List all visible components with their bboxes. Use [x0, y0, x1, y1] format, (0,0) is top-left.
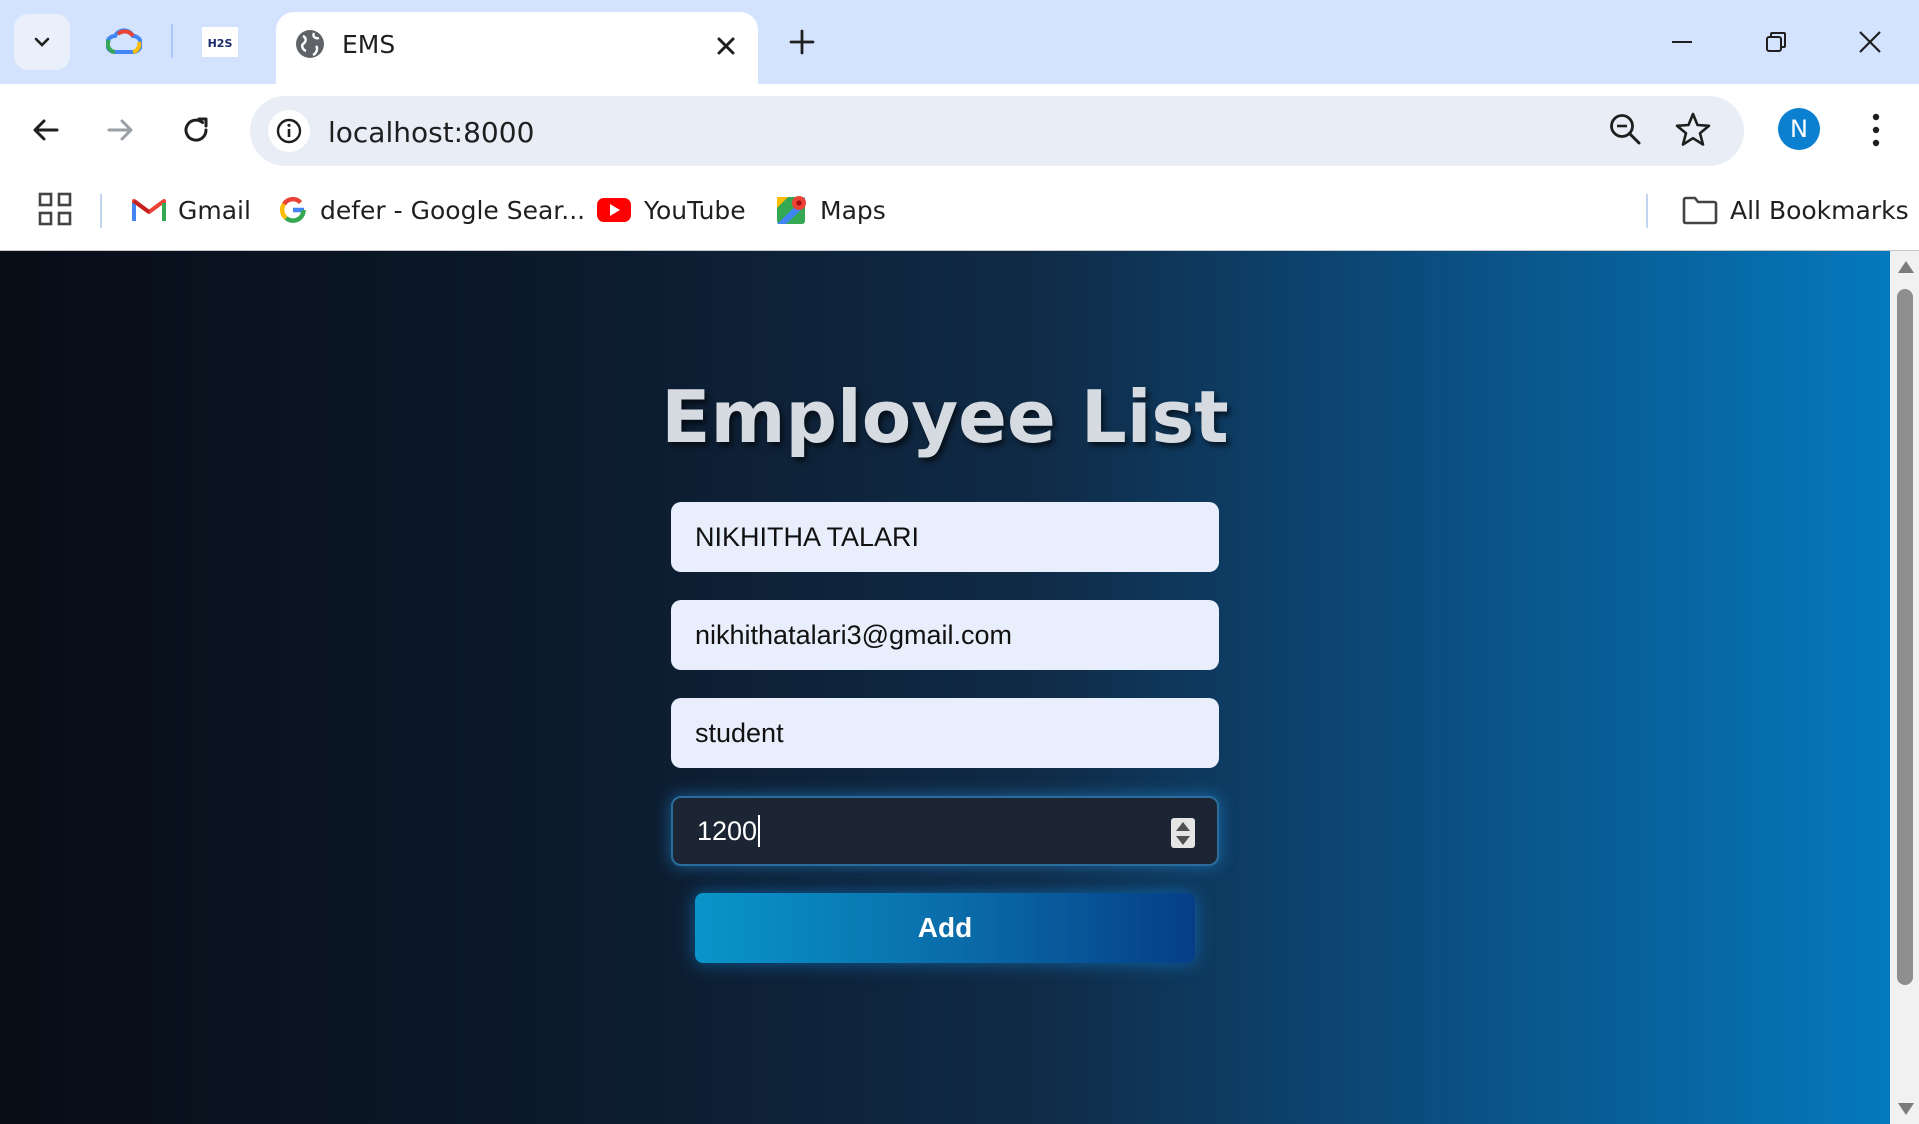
maps-icon [777, 196, 806, 224]
email-input-value: nikhithatalari3@gmail.com [695, 619, 1013, 650]
salary-input[interactable]: 1200 [671, 796, 1219, 866]
close-window-icon [1859, 31, 1881, 53]
forward-button[interactable] [96, 106, 144, 154]
back-arrow-icon [33, 119, 59, 141]
name-input[interactable]: NIKHITHA TALARI [671, 502, 1219, 572]
bookmark-label: Maps [820, 195, 886, 225]
name-input-value: NIKHITHA TALARI [695, 521, 920, 552]
bookmark-star-icon[interactable] [1672, 109, 1714, 151]
page-content: Employee List NIKHITHA TALARI nikhithata… [0, 251, 1890, 1124]
folder-icon [1682, 196, 1718, 225]
new-tab-plus-icon[interactable] [782, 22, 822, 62]
close-window-button[interactable] [1850, 22, 1890, 62]
email-input[interactable]: nikhithatalari3@gmail.com [671, 600, 1219, 670]
close-icon[interactable] [710, 30, 742, 62]
reload-button[interactable] [172, 106, 220, 154]
minimize-button[interactable] [1662, 22, 1702, 62]
tab-separator [171, 24, 173, 58]
site-info-icon[interactable] [268, 110, 310, 152]
all-bookmarks-label: All Bookmarks [1730, 195, 1909, 225]
bookmark-label: YouTube [644, 195, 746, 225]
page-scrollbar[interactable] [1890, 251, 1919, 1124]
browser-toolbar: localhost:8000 N [0, 84, 1919, 178]
restore-icon [1766, 32, 1786, 52]
tab-search-button[interactable] [14, 14, 70, 70]
scroll-up-arrow-icon[interactable] [1898, 261, 1914, 273]
bookmark-gmail[interactable]: Gmail [132, 190, 251, 230]
stepper-down-icon[interactable] [1176, 836, 1190, 845]
profile-avatar[interactable]: N [1778, 108, 1820, 150]
bookmark-label: defer - Google Sear... [320, 195, 586, 225]
bookmark-separator [100, 194, 102, 228]
apps-grid-icon[interactable] [38, 192, 72, 226]
tab-ems[interactable]: EMS [276, 12, 758, 84]
bookmarks-bar: Gmail defer - Google Sear... YouTube Map… [0, 178, 1919, 251]
pinned-tab-google-cloud[interactable] [104, 22, 144, 62]
h2s-logo-icon: H2S [202, 27, 238, 57]
minimize-icon [1672, 41, 1692, 43]
google-cloud-icon [106, 28, 142, 54]
all-bookmarks-button[interactable]: All Bookmarks [1682, 190, 1909, 230]
add-button[interactable]: Add [695, 893, 1195, 963]
forward-arrow-icon [107, 119, 133, 141]
url-text[interactable]: localhost:8000 [328, 116, 534, 149]
page-title: Employee List [661, 375, 1229, 459]
svg-text:H2S: H2S [208, 37, 233, 50]
gmail-icon [132, 199, 166, 221]
google-icon [279, 196, 306, 223]
bookmark-youtube[interactable]: YouTube [596, 190, 746, 230]
scrollbar-thumb[interactable] [1897, 289, 1913, 985]
zoom-out-icon[interactable] [1606, 110, 1646, 150]
back-button[interactable] [22, 106, 70, 154]
scroll-down-arrow-icon[interactable] [1898, 1103, 1914, 1115]
tab-title: EMS [342, 30, 396, 59]
role-input-value: student [695, 717, 784, 748]
more-menu-icon[interactable] [1858, 106, 1894, 154]
chevron-down-icon [34, 37, 50, 47]
restore-button[interactable] [1756, 22, 1796, 62]
bookmark-google-search[interactable]: defer - Google Sear... [278, 190, 585, 230]
youtube-icon [597, 198, 631, 222]
salary-input-value: 1200 [697, 815, 758, 846]
tab-strip: H2S EMS [0, 0, 1919, 84]
number-stepper[interactable] [1171, 818, 1195, 848]
address-bar[interactable]: localhost:8000 [250, 96, 1744, 166]
bookmark-maps[interactable]: Maps [776, 190, 886, 230]
bookmark-label: Gmail [178, 195, 251, 225]
text-caret [758, 815, 761, 847]
reload-icon [184, 117, 208, 142]
pinned-tab-h2s[interactable]: H2S [200, 22, 240, 62]
globe-icon [296, 30, 324, 58]
stepper-up-icon[interactable] [1176, 822, 1190, 831]
role-input[interactable]: student [671, 698, 1219, 768]
bookmark-separator [1646, 194, 1648, 228]
